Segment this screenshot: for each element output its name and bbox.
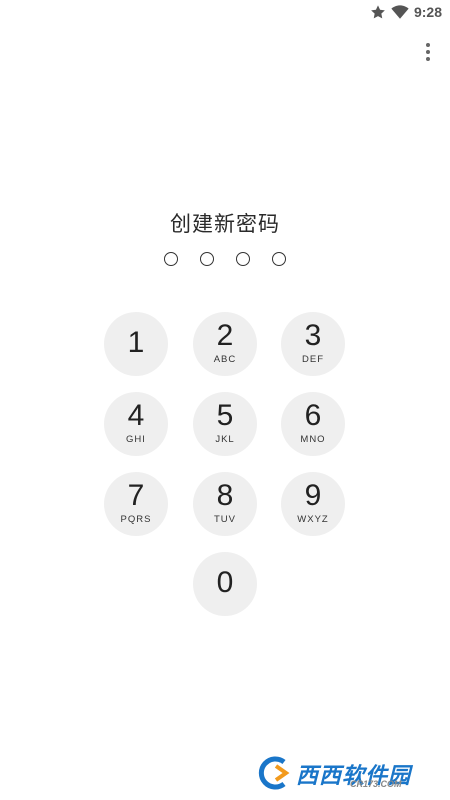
key-letters: MNO [300,434,326,445]
key-digit: 8 [216,479,234,512]
key-9[interactable]: 9 WXYZ [281,472,345,536]
key-letters: PQRS [120,514,152,525]
watermark-sub: CR173.COM [350,779,402,789]
key-digit: 6 [304,399,322,432]
key-0[interactable]: 0 [193,552,257,616]
status-icons: 9:28 [370,3,442,21]
pin-dot [200,252,214,266]
key-digit: 5 [216,399,234,432]
status-time: 9:28 [413,4,442,20]
pin-dots [0,252,450,266]
status-bar: 9:28 [0,0,450,24]
star-icon [370,4,386,20]
key-letters: JKL [215,434,235,445]
key-letters: DEF [302,354,324,365]
key-digit: 2 [216,319,234,352]
key-4[interactable]: 4 GHI [104,392,168,456]
key-3[interactable]: 3 DEF [281,312,345,376]
key-digit: 1 [127,326,145,359]
key-letters: WXYZ [297,514,329,525]
more-vert-icon [425,42,431,62]
watermark: 西西软件园 CR173.COM [250,754,430,792]
key-2[interactable]: 2 ABC [193,312,257,376]
key-letters: GHI [126,434,146,445]
key-7[interactable]: 7 PQRS [104,472,168,536]
key-digit: 4 [127,399,145,432]
key-digit: 0 [216,566,234,599]
key-5[interactable]: 5 JKL [193,392,257,456]
more-options-button[interactable] [416,38,440,66]
key-6[interactable]: 6 MNO [281,392,345,456]
key-letters: ABC [213,354,237,365]
key-digit: 3 [304,319,322,352]
key-8[interactable]: 8 TUV [193,472,257,536]
page-title: 创建新密码 [170,213,280,236]
wifi-icon [391,4,409,20]
key-digit: 7 [127,479,145,512]
pin-dot [164,252,178,266]
pin-dot [272,252,286,266]
key-letters: TUV [214,514,236,525]
pin-dot [236,252,250,266]
key-digit: 9 [304,479,322,512]
key-1[interactable]: 1 [104,312,168,376]
watermark-logo-icon [254,756,294,790]
